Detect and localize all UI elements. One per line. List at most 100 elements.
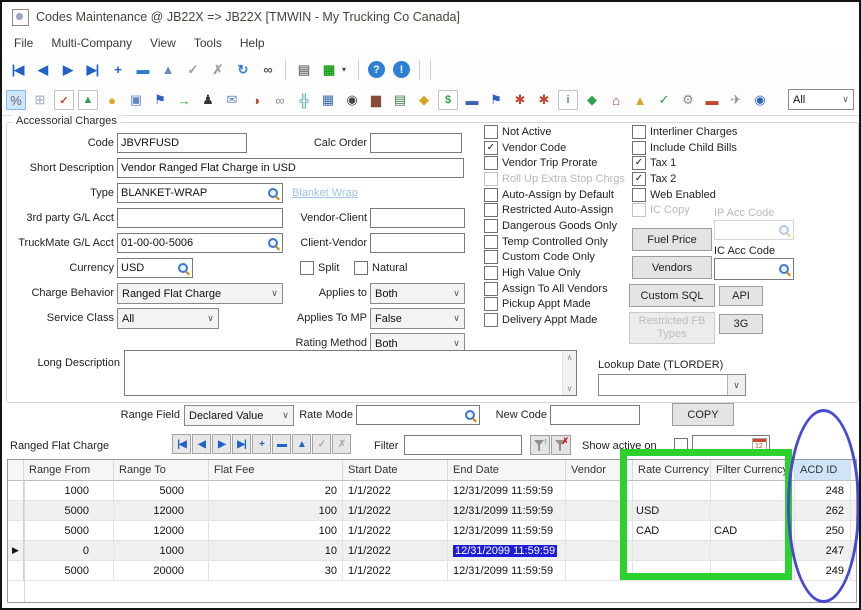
mail-envelope-icon[interactable]: ✉ — [222, 90, 242, 110]
module-filter-dropdown[interactable]: All ∨ — [788, 89, 854, 110]
vendor-code-checkbox[interactable]: ✓ — [484, 141, 498, 155]
refresh-icon[interactable]: ↻ — [231, 58, 254, 81]
grid-header-rate-currency[interactable]: Rate Currency — [633, 460, 711, 481]
menu-item-help[interactable]: Help — [236, 34, 269, 52]
truck-transfer-icon[interactable]: → — [174, 90, 194, 110]
doc-info-icon[interactable]: i — [558, 90, 578, 110]
scroll-up-icon[interactable]: ∧ — [567, 353, 573, 362]
menu-item-tools[interactable]: Tools — [190, 34, 226, 52]
grid-cell-range-from[interactable]: 1000 — [24, 481, 114, 501]
lookup-date-dropdown[interactable]: ∨ — [598, 374, 746, 396]
last-record-icon[interactable]: ▶| — [81, 58, 104, 81]
first-record-icon[interactable]: |◀ — [6, 58, 29, 81]
monitor-screen-icon[interactable]: ▦ — [317, 58, 340, 81]
auto-assign-by-default-checkbox[interactable] — [484, 188, 498, 202]
service-class-dropdown[interactable]: All ∨ — [117, 308, 219, 329]
new-code-field[interactable] — [550, 405, 640, 425]
grid-cell-start-date[interactable]: 1/1/2022 — [343, 541, 448, 561]
grid-cell-acd-id[interactable]: 248 — [795, 481, 851, 501]
restricted-auto-assign-checkbox[interactable] — [484, 203, 498, 217]
grid-cell-acd-id[interactable]: 249 — [795, 561, 851, 581]
driver-person-icon[interactable]: ♟ — [198, 90, 218, 110]
type-input[interactable] — [118, 187, 267, 199]
active-date-field[interactable] — [692, 435, 770, 455]
about-info-icon[interactable]: ! — [393, 61, 410, 78]
copy-button[interactable]: COPY — [672, 403, 734, 426]
custom-code-only-checkbox[interactable] — [484, 250, 498, 264]
copy-pages-icon[interactable]: ▣ — [126, 90, 146, 110]
money-coins-icon[interactable]: ● — [102, 90, 122, 110]
tax-2-checkbox[interactable]: ✓ — [632, 172, 646, 186]
grid-cell-rate-currency[interactable] — [633, 481, 711, 501]
grid-cell-end-date[interactable]: 12/31/2099 11:59:59 — [448, 481, 566, 501]
lookup-magnifier-icon[interactable] — [177, 262, 190, 275]
check-green-icon[interactable]: ✓ — [654, 90, 674, 110]
calc-order-field[interactable] — [370, 133, 462, 153]
checklist-icon[interactable]: ✓ — [54, 90, 74, 110]
network-nodes-icon[interactable]: ✱ — [510, 90, 530, 110]
grid-cell-acd-id[interactable]: 250 — [795, 521, 851, 541]
applies-to-mp-dropdown[interactable]: False ∨ — [370, 308, 465, 329]
grid-cell-vendor[interactable] — [566, 541, 633, 561]
custom-sql-button[interactable]: Custom SQL — [629, 284, 715, 307]
camera-icon[interactable]: ◉ — [342, 90, 362, 110]
api-button[interactable]: API — [719, 286, 763, 306]
grid-cell-vendor[interactable] — [566, 561, 633, 581]
grid-cell-start-date[interactable]: 1/1/2022 — [343, 521, 448, 541]
range-field-dropdown[interactable]: Declared Value ∨ — [184, 405, 294, 426]
grid-cell-flat-fee[interactable]: 20 — [209, 481, 343, 501]
menu-item-view[interactable]: View — [146, 34, 180, 52]
next-record-icon[interactable]: ▶ — [56, 58, 79, 81]
prev-record-icon[interactable]: ◀ — [31, 58, 54, 81]
insert-record-icon[interactable]: + — [106, 58, 129, 81]
grid-cell-vendor[interactable] — [566, 481, 633, 501]
lookup-magnifier-icon[interactable] — [267, 187, 280, 200]
clear-filter-button[interactable]: ✗ — [551, 435, 571, 455]
grid-cell-start-date[interactable]: 1/1/2022 — [343, 501, 448, 521]
grid-cell-range-from[interactable]: 5000 — [24, 521, 114, 541]
type-field[interactable] — [117, 183, 283, 203]
grid-insert-button[interactable]: + — [252, 434, 271, 454]
grid-cell-range-to[interactable]: 12000 — [114, 521, 209, 541]
grid-delete-button[interactable]: ▬ — [272, 434, 291, 454]
table-row[interactable]: 10005000201/1/202212/31/2099 11:59:59248 — [8, 481, 856, 501]
grid-cell-rate-currency[interactable] — [633, 541, 711, 561]
plane-jack-icon[interactable]: ✈ — [726, 90, 746, 110]
grid-cell-rate-currency[interactable]: CAD — [633, 521, 711, 541]
package-box-icon[interactable]: ◆ — [414, 90, 434, 110]
delivery-appt-made-checkbox[interactable] — [484, 313, 498, 327]
grid-cell-acd-id[interactable]: 247 — [795, 541, 851, 561]
grid-cell-rate-currency[interactable]: USD — [633, 501, 711, 521]
vendor-trip-prorate-checkbox[interactable] — [484, 156, 498, 170]
3g-button[interactable]: 3G — [719, 314, 763, 334]
grid-cell-flat-fee[interactable]: 10 — [209, 541, 343, 561]
grid-cell-range-from[interactable]: 5000 — [24, 501, 114, 521]
grid-prev-button[interactable]: ◀ — [192, 434, 211, 454]
grid-next-button[interactable]: ▶ — [212, 434, 231, 454]
ic-acc-code-field[interactable] — [714, 258, 794, 280]
tree-nav-icon[interactable]: ▲ — [630, 90, 650, 110]
flag-blue-2-icon[interactable]: ⚑ — [486, 90, 506, 110]
table-row[interactable]: 5000120001001/1/202212/31/2099 11:59:59U… — [8, 501, 856, 521]
grid-header-flat-fee[interactable]: Flat Fee — [209, 460, 343, 481]
edit-record-icon[interactable]: ▲ — [156, 58, 179, 81]
org-chart-icon[interactable]: ╬ — [294, 90, 314, 110]
chevron-down-icon[interactable]: ▾ — [342, 65, 352, 74]
chart-icon[interactable]: ▲ — [78, 90, 98, 110]
pickup-appt-made-checkbox[interactable] — [484, 297, 498, 311]
grid-cell-filter-currency[interactable] — [711, 481, 795, 501]
grid-cell-range-to[interactable]: 20000 — [114, 561, 209, 581]
home-icon[interactable]: ⌂ — [606, 90, 626, 110]
web-enabled-checkbox[interactable] — [632, 188, 646, 202]
grid-cell-filter-currency[interactable] — [711, 501, 795, 521]
currency-input[interactable] — [118, 262, 177, 274]
gauge-meter-icon[interactable]: ◑ — [246, 90, 266, 110]
scroll-down-icon[interactable]: ∨ — [567, 384, 573, 393]
lookup-magnifier-icon[interactable] — [778, 263, 791, 276]
grid-cell-range-to[interactable]: 12000 — [114, 501, 209, 521]
grid-header-filter-currency[interactable]: Filter Currency — [711, 460, 795, 481]
grid-cell-end-date[interactable]: 12/31/2099 11:59:59 — [448, 521, 566, 541]
temp-controlled-only-checkbox[interactable] — [484, 235, 498, 249]
grid-cell-flat-fee[interactable]: 100 — [209, 521, 343, 541]
find-binoculars-icon[interactable]: ∞ — [256, 58, 279, 81]
